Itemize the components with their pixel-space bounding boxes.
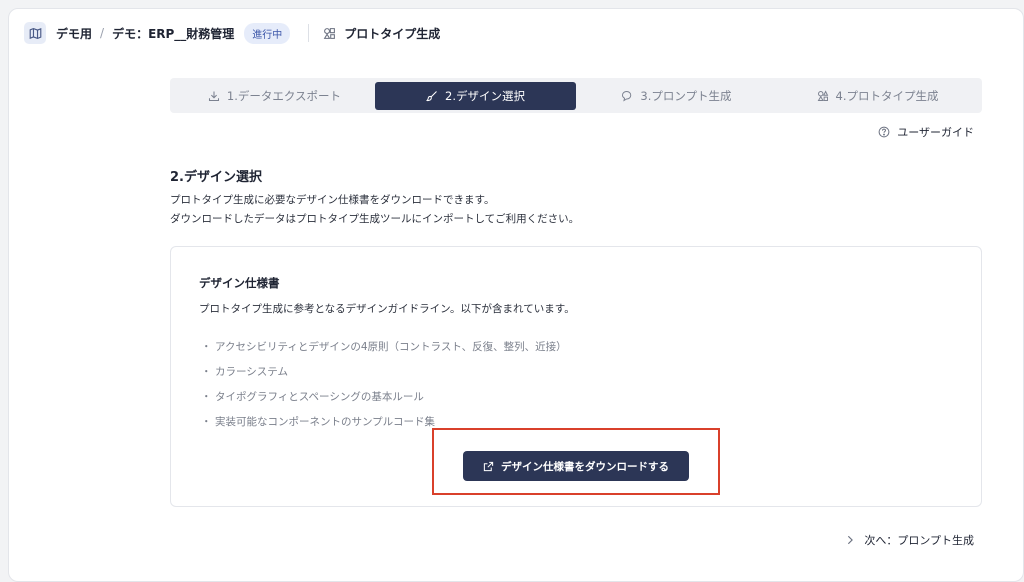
design-spec-panel: デザイン仕様書 プロトタイプ生成に参考となるデザインガイドライン。以下が含まれて…	[170, 246, 982, 507]
tab-label: 1.データエクスポート	[226, 88, 342, 103]
help-circle-icon	[878, 126, 890, 138]
user-guide-label: ユーザーガイド	[897, 126, 974, 139]
shapes-icon	[323, 27, 336, 39]
section-description: プロトタイプ生成に必要なデザイン仕様書をダウンロードできます。 ダウンロードした…	[170, 191, 579, 229]
download-spec-button[interactable]: デザイン仕様書をダウンロードする	[463, 451, 689, 481]
stepper: 1.データエクスポート 2.デザイン選択 3.プロンプト生成 4.プロトタイプ生…	[170, 78, 982, 113]
header-prototype-text: プロトタイプ生成	[344, 26, 441, 41]
tab-label: 2.デザイン選択	[445, 88, 525, 103]
brush-icon	[426, 90, 437, 101]
list-item: ・カラーシステム	[201, 366, 288, 378]
chevron-right-icon	[848, 535, 854, 545]
header: デモ用 / デモ：ERP__財務管理 進行中 プロトタイプ生成	[24, 22, 440, 44]
external-link-icon	[483, 461, 494, 471]
tab-design-select[interactable]: 2.デザイン選択	[375, 81, 576, 110]
section-desc-line-1: プロトタイプ生成に必要なデザイン仕様書をダウンロードできます。	[170, 194, 495, 206]
list-item: ・実装可能なコンポーネントのサンプルコード集	[201, 416, 435, 428]
breadcrumb-separator: /	[100, 26, 105, 40]
list-item: ・アクセシビリティとデザインの4原則（コントラスト、反復、整列、近接）	[201, 341, 567, 353]
breadcrumb-demo[interactable]: デモ用	[56, 25, 92, 42]
map-icon[interactable]	[24, 22, 46, 44]
header-divider	[308, 24, 310, 42]
breadcrumb-project[interactable]: デモ：ERP__財務管理	[112, 25, 234, 42]
download-icon	[208, 91, 219, 101]
tab-label: 3.プロンプト生成	[640, 88, 732, 103]
tab-prototype-generation[interactable]: 4.プロトタイプ生成	[777, 82, 978, 110]
chat-icon	[622, 90, 632, 102]
list-item: ・タイポグラフィとスペーシングの基本ルール	[201, 391, 424, 403]
status-badge: 進行中	[244, 22, 291, 44]
shapes-icon	[817, 89, 828, 101]
tab-label: 4.プロトタイプ生成	[835, 88, 939, 103]
download-button-label: デザイン仕様書をダウンロードする	[501, 460, 669, 473]
tab-data-export[interactable]: 1.データエクスポート	[174, 82, 375, 110]
section-title: 2.デザイン選択	[170, 170, 262, 185]
next-step-link[interactable]: 次へ：プロンプト生成	[846, 532, 974, 548]
panel-description: プロトタイプ生成に参考となるデザインガイドライン。以下が含まれています。	[199, 303, 575, 315]
panel-title: デザイン仕様書	[199, 276, 280, 290]
feature-list: ・アクセシビリティとデザインの4原則（コントラスト、反復、整列、近接） ・カラー…	[201, 337, 567, 437]
user-guide-link[interactable]: ユーザーガイド	[878, 124, 974, 140]
tab-prompt-generation[interactable]: 3.プロンプト生成	[576, 82, 777, 110]
next-step-label: 次へ：プロンプト生成	[864, 534, 974, 547]
header-prototype-label: プロトタイプ生成	[323, 25, 440, 42]
section-desc-line-2: ダウンロードしたデータはプロトタイプ生成ツールにインポートしてご利用ください。	[170, 213, 580, 225]
